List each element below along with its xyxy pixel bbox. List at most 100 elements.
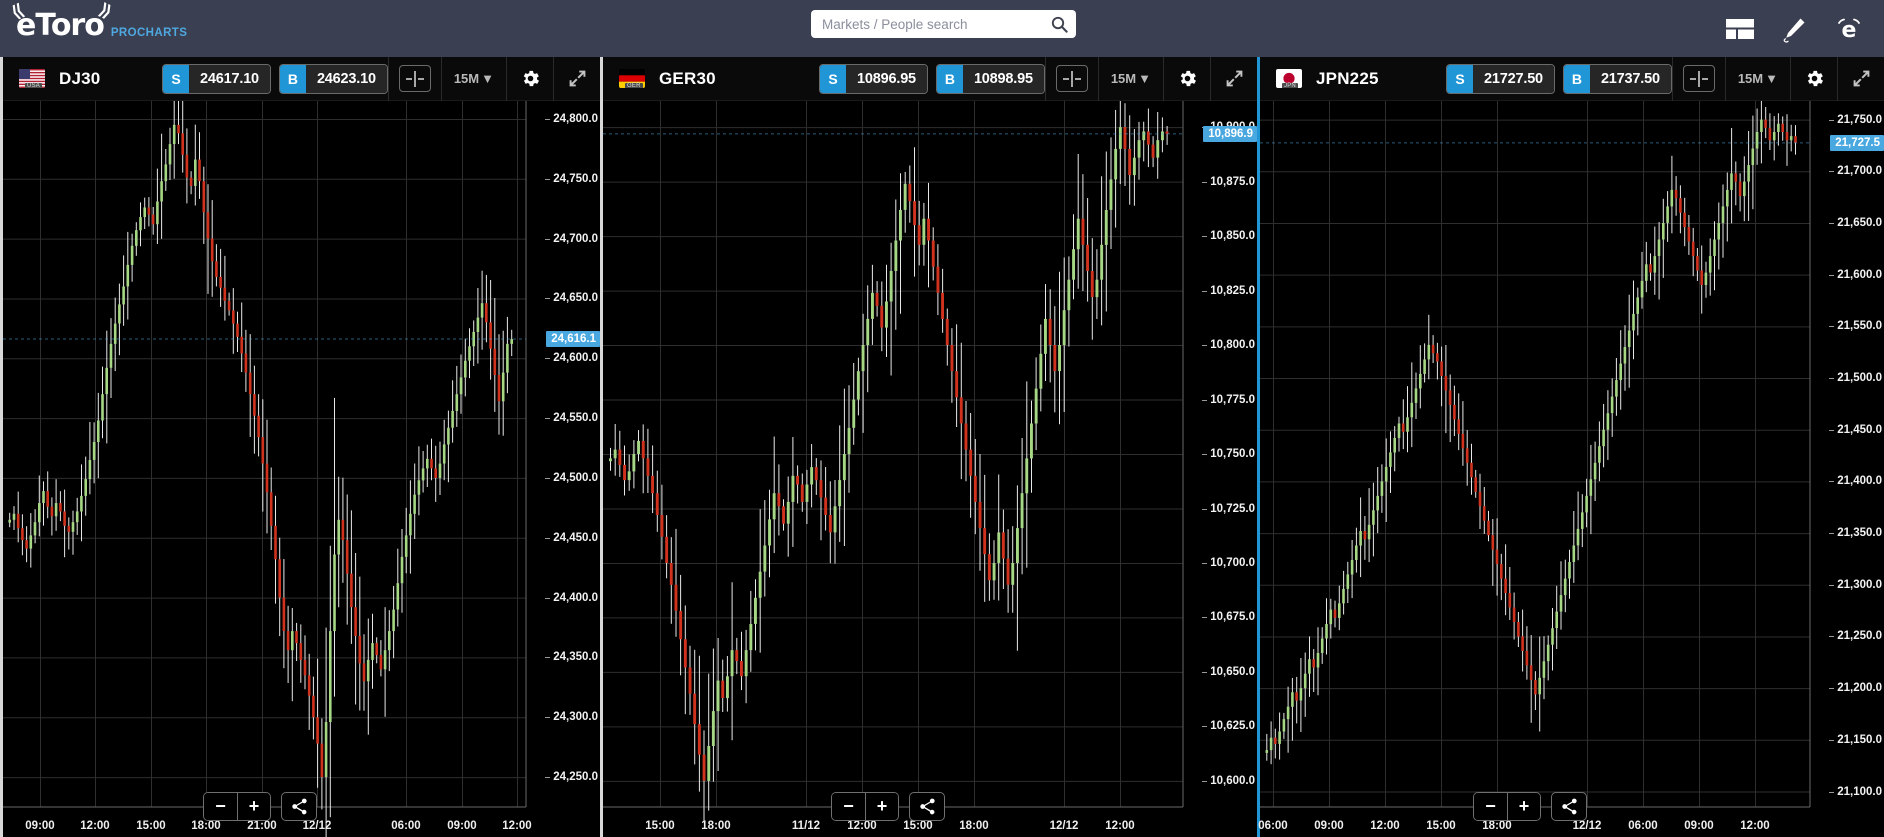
zoom-in-button[interactable]: + bbox=[1507, 793, 1540, 820]
panel-header-jpn225: JPN JPN225 S 21727.50 B 21737.50 15M ▼ bbox=[1260, 57, 1884, 101]
chevron-down-icon: ▼ bbox=[481, 71, 494, 86]
time-tick-label: 06:00 bbox=[1628, 820, 1658, 832]
time-tick-label: 12/12 bbox=[1572, 820, 1602, 832]
chart-canvas-jpn225[interactable]: 21,750.0 21,700.0 21,650.0 21,600.0 21,550.0… bbox=[1258, 101, 1884, 837]
logo-horn-right-icon: ⟫ bbox=[95, 0, 114, 23]
sell-tag: S bbox=[820, 64, 847, 93]
svg-text:e: e bbox=[1842, 18, 1857, 43]
sell-tag: S bbox=[1447, 64, 1474, 93]
divider bbox=[1044, 57, 1046, 101]
buy-quote-button[interactable]: B 24623.10 bbox=[278, 63, 388, 94]
top-bar: ⟪ eToro ⟫ PROCHARTS Markets / People sea… bbox=[0, 0, 1884, 57]
panel-tools: 15M ▼ bbox=[1044, 57, 1257, 101]
buy-tag: B bbox=[1563, 64, 1590, 93]
time-tick-label: 18:00 bbox=[1482, 820, 1512, 832]
buy-quote-button[interactable]: B 21737.50 bbox=[1562, 63, 1672, 94]
zoom-in-button[interactable]: + bbox=[237, 793, 270, 820]
expand-icon[interactable] bbox=[1838, 57, 1884, 101]
time-tick-label: 11/12 bbox=[791, 820, 821, 832]
zoom-out-button[interactable]: − bbox=[1474, 793, 1507, 820]
expand-icon[interactable] bbox=[1211, 57, 1257, 101]
share-icon[interactable] bbox=[281, 792, 317, 821]
timeframe-label: 15M bbox=[453, 71, 480, 86]
crosshair-icon[interactable] bbox=[1682, 65, 1715, 92]
panel-tools: 15M ▼ bbox=[1671, 57, 1884, 101]
timeframe-label: 15M bbox=[1110, 71, 1137, 86]
quote-group: S 24617.10 B 24623.10 bbox=[162, 63, 388, 94]
flag-germany-icon: GER bbox=[619, 69, 645, 88]
candlestick-series bbox=[603, 101, 1183, 822]
layout-grid-icon[interactable] bbox=[1726, 17, 1754, 41]
time-tick-label: 12/12 bbox=[1049, 820, 1079, 832]
buy-price: 21737.50 bbox=[1589, 64, 1671, 93]
zoom-out-button[interactable]: − bbox=[832, 793, 865, 820]
time-tick-label: 06:00 bbox=[391, 820, 421, 832]
time-tick-label: 21:00 bbox=[247, 820, 277, 832]
zoom-button-group: − + bbox=[203, 792, 271, 821]
chevron-down-icon: ▼ bbox=[1765, 71, 1778, 86]
brand-text: eToro bbox=[16, 8, 105, 43]
buy-tag: B bbox=[936, 64, 963, 93]
time-tick-label: 18:00 bbox=[191, 820, 221, 832]
buy-price: 10898.95 bbox=[962, 64, 1044, 93]
share-icon[interactable] bbox=[909, 792, 945, 821]
etoro-wordmark: ⟪ eToro ⟫ bbox=[8, 0, 114, 43]
symbol-label: GER30 bbox=[659, 68, 716, 88]
candlestick-series bbox=[3, 101, 526, 837]
share-icon[interactable] bbox=[1551, 792, 1587, 821]
sell-quote-button[interactable]: S 24617.10 bbox=[162, 63, 271, 94]
search-box[interactable] bbox=[811, 10, 1076, 38]
expand-icon[interactable] bbox=[554, 57, 600, 101]
etoro-logo-icon[interactable]: e bbox=[1834, 14, 1864, 44]
sell-price: 21727.50 bbox=[1473, 64, 1554, 93]
sell-price: 24617.10 bbox=[189, 64, 270, 93]
flag-japan-icon: JPN bbox=[1276, 69, 1302, 88]
zoom-controls: − + bbox=[1473, 792, 1587, 821]
quote-group: S 10896.95 B 10898.95 bbox=[819, 63, 1045, 94]
gear-icon[interactable] bbox=[1164, 57, 1210, 101]
time-tick-label: 15:00 bbox=[1426, 820, 1456, 832]
gear-icon[interactable] bbox=[1791, 57, 1837, 101]
zoom-controls: − + bbox=[203, 792, 317, 821]
search-input[interactable] bbox=[811, 16, 1042, 32]
zoom-button-group: − + bbox=[1473, 792, 1541, 821]
time-tick-label: 12:00 bbox=[80, 820, 110, 832]
chart-canvas-dj30[interactable]: 24,800.0 24,750.0 24,700.0 24,650.0 24,600.0… bbox=[3, 101, 600, 837]
timeframe-selector[interactable]: 15M ▼ bbox=[1726, 71, 1790, 86]
chart-panel-jpn225[interactable]: JPN JPN225 S 21727.50 B 21737.50 15M ▼ 2… bbox=[1257, 57, 1884, 837]
zoom-in-button[interactable]: + bbox=[865, 793, 898, 820]
brand-logo[interactable]: ⟪ eToro ⟫ PROCHARTS bbox=[8, 0, 188, 57]
chart-panel-dj30[interactable]: USA DJ30 S 24617.10 B 24623.10 15M ▼ 24,… bbox=[0, 57, 600, 837]
buy-price: 24623.10 bbox=[305, 64, 387, 93]
timeframe-selector[interactable]: 15M ▼ bbox=[442, 71, 506, 86]
symbol-label: DJ30 bbox=[59, 68, 101, 88]
panel-tools: 15M ▼ bbox=[387, 57, 600, 101]
time-tick-label: 15:00 bbox=[903, 820, 933, 832]
chart-panel-ger30[interactable]: GER GER30 S 10896.95 B 10898.95 15M ▼ 10… bbox=[600, 57, 1257, 837]
buy-quote-button[interactable]: B 10898.95 bbox=[935, 63, 1045, 94]
pencil-edit-icon[interactable] bbox=[1780, 15, 1808, 43]
brand-subtitle: PROCHARTS bbox=[110, 27, 188, 39]
time-tick-label: 09:00 bbox=[25, 820, 55, 832]
gear-icon[interactable] bbox=[507, 57, 553, 101]
chart-canvas-ger30[interactable]: 10,900.0 10,875.0 10,850.0 10,825.0 10,800.0… bbox=[603, 101, 1257, 837]
sell-price: 10896.95 bbox=[846, 64, 927, 93]
symbol-label: JPN225 bbox=[1316, 68, 1379, 88]
time-tick-label: 09:00 bbox=[1314, 820, 1344, 832]
sell-quote-button[interactable]: S 21727.50 bbox=[1446, 63, 1555, 94]
sell-quote-button[interactable]: S 10896.95 bbox=[819, 63, 928, 94]
time-tick-label: 18:00 bbox=[701, 820, 731, 832]
logo-horn-left-icon: ⟪ bbox=[8, 0, 27, 24]
crosshair-icon[interactable] bbox=[398, 65, 431, 92]
sell-tag: S bbox=[163, 64, 190, 93]
time-tick-label: 09:00 bbox=[1684, 820, 1714, 832]
search-icon[interactable] bbox=[1042, 10, 1076, 38]
zoom-out-button[interactable]: − bbox=[204, 793, 237, 820]
panel-header-dj30: USA DJ30 S 24617.10 B 24623.10 15M ▼ bbox=[3, 57, 600, 101]
crosshair-icon[interactable] bbox=[1055, 65, 1088, 92]
divider bbox=[1671, 57, 1673, 101]
timeframe-selector[interactable]: 15M ▼ bbox=[1099, 71, 1163, 86]
candlestick-series bbox=[1260, 101, 1810, 765]
time-tick-label: 12:00 bbox=[502, 820, 532, 832]
time-tick-label: 12:00 bbox=[1740, 820, 1770, 832]
